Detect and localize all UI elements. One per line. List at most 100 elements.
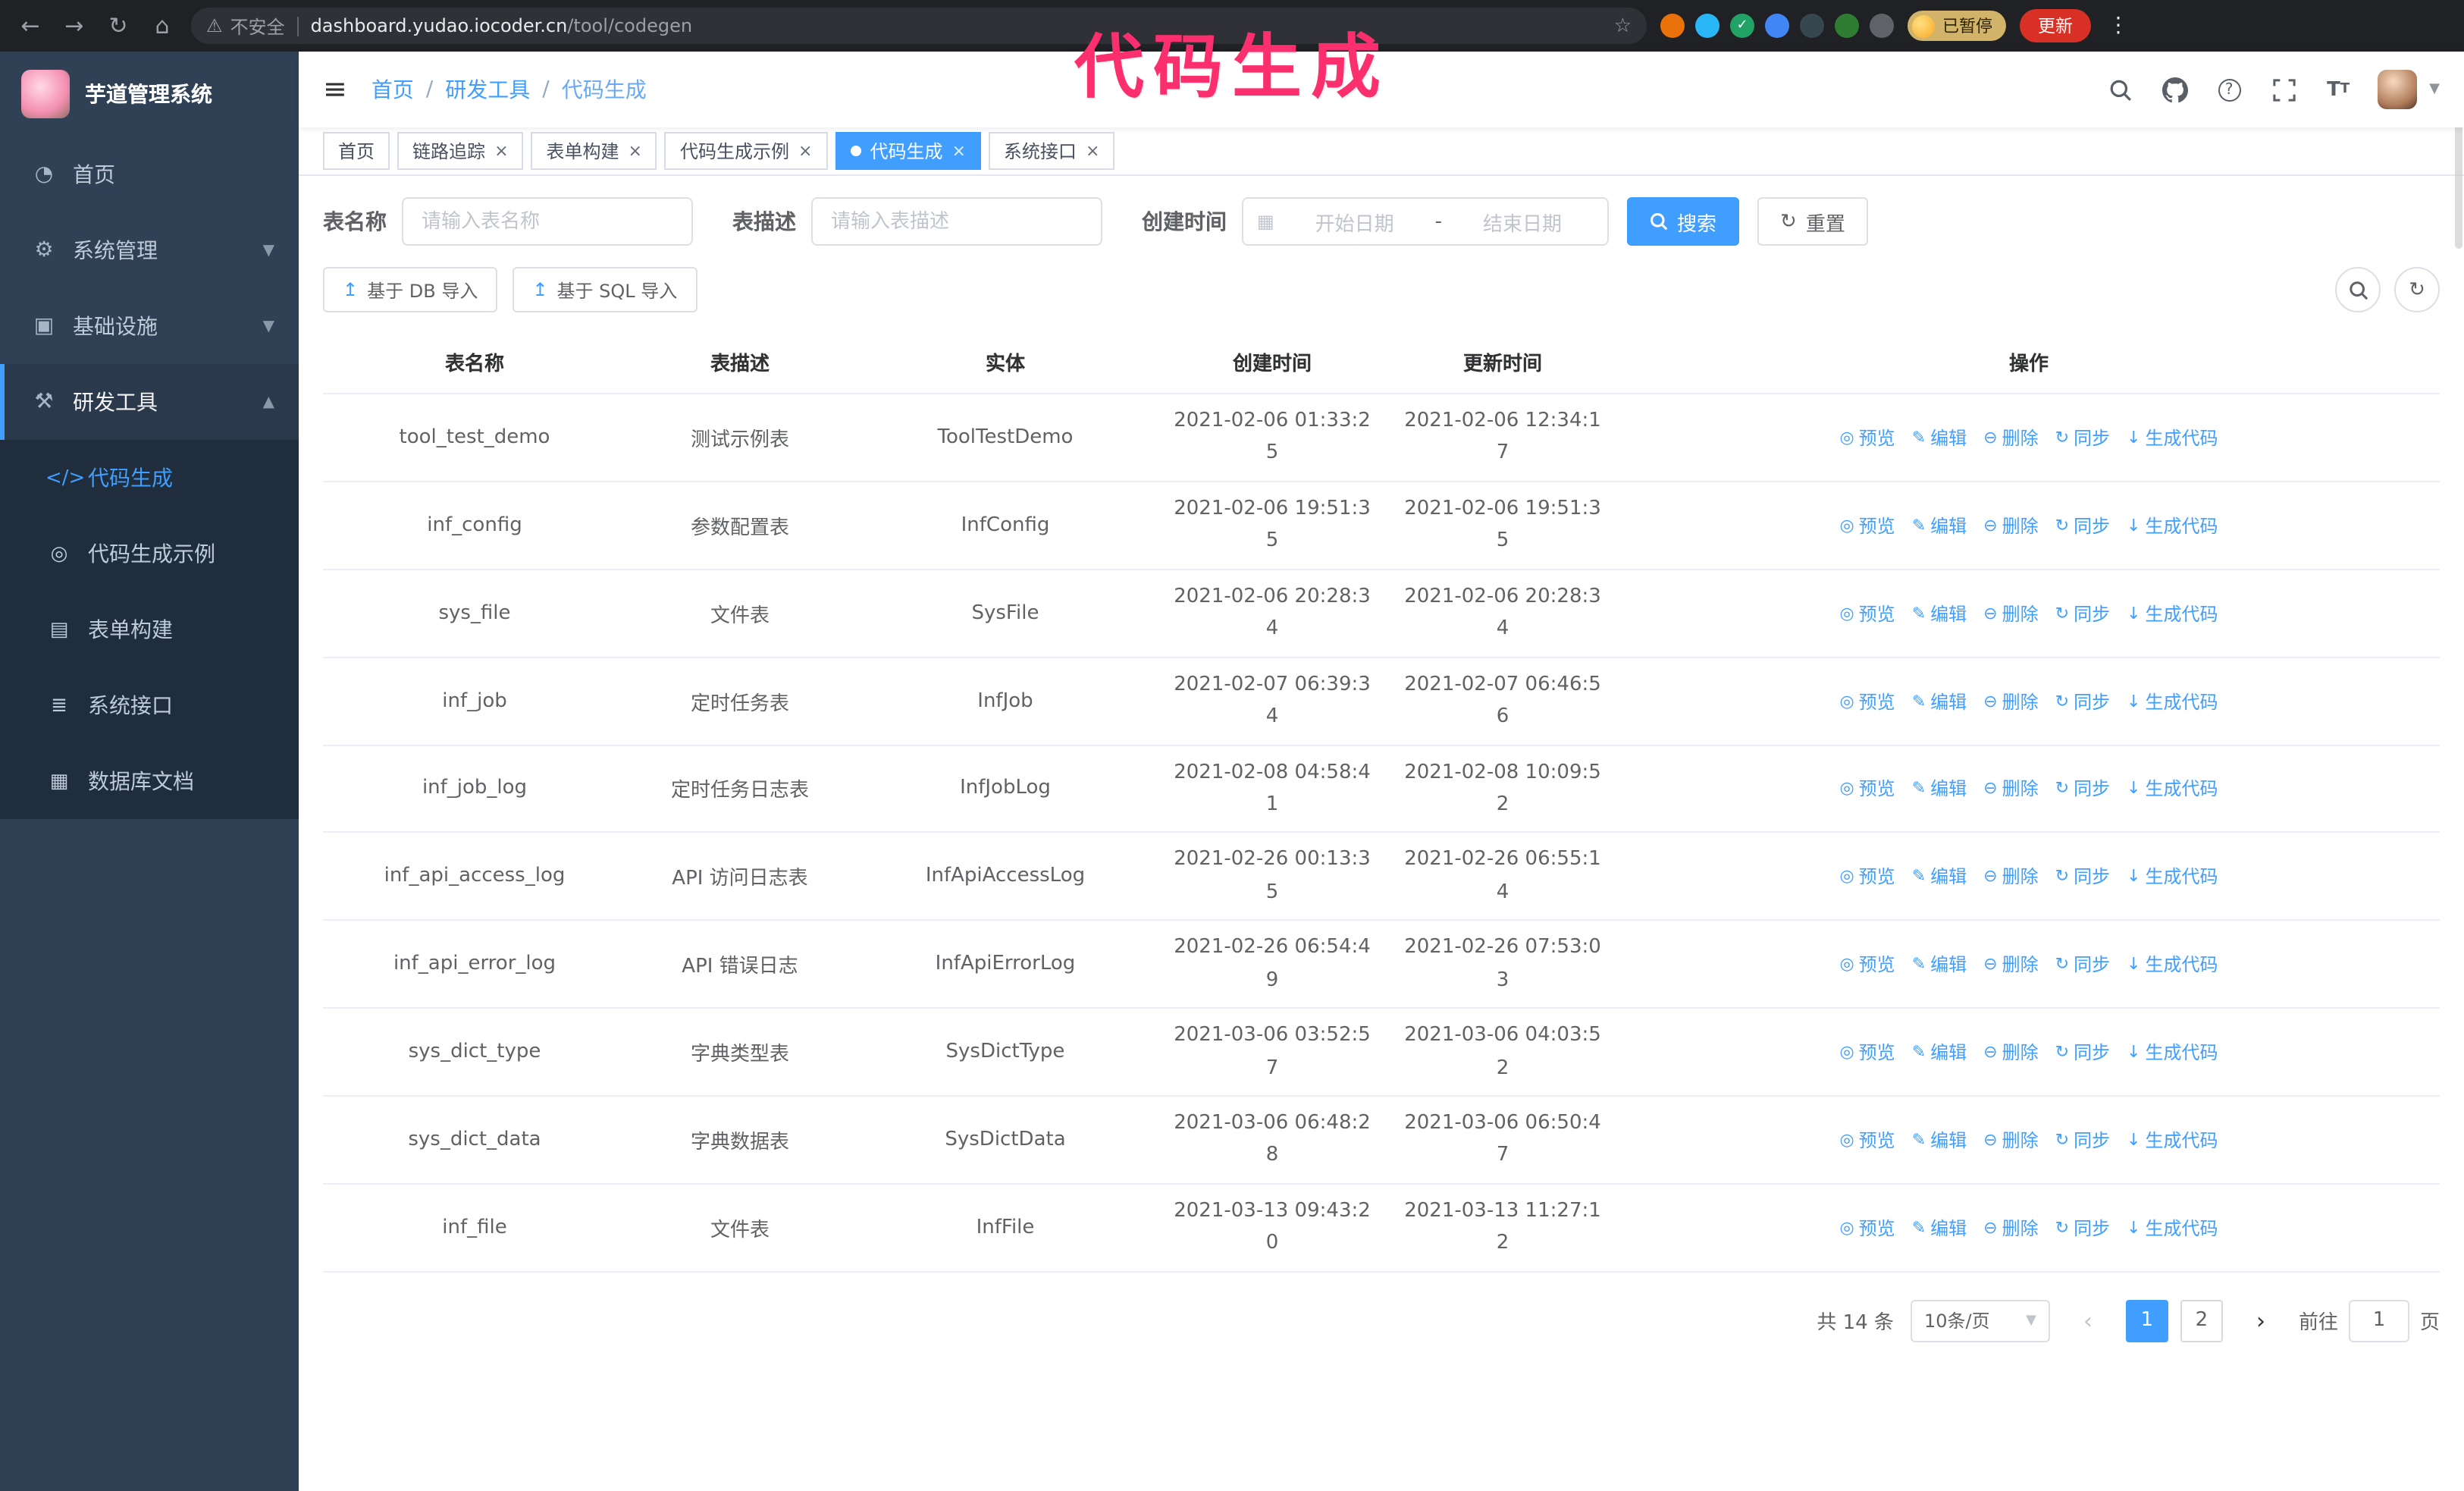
submenu-item-系统接口[interactable]: ≣ 系统接口 bbox=[0, 667, 299, 743]
row-action-同步[interactable]: ↻ 同步 bbox=[2055, 1215, 2110, 1241]
tab-链路追踪[interactable]: 链路追踪 × bbox=[397, 132, 524, 170]
avatar-caret-icon[interactable]: ▼ bbox=[2429, 82, 2440, 97]
font-size-icon[interactable]: TT bbox=[2323, 74, 2353, 105]
extension-dark[interactable] bbox=[1800, 14, 1824, 38]
tab-系统接口[interactable]: 系统接口 × bbox=[988, 132, 1115, 170]
fullscreen-icon[interactable] bbox=[2268, 74, 2299, 105]
next-page-button[interactable]: › bbox=[2240, 1300, 2282, 1342]
row-action-编辑[interactable]: ✎ 编辑 bbox=[1912, 688, 1967, 714]
create-time-range-picker[interactable]: ▦ 开始日期 - 结束日期 bbox=[1242, 197, 1609, 246]
sidebar-item-首页[interactable]: ◔ 首页 bbox=[0, 137, 299, 212]
row-action-同步[interactable]: ↻ 同步 bbox=[2055, 600, 2110, 626]
url-text[interactable]: dashboard.yudao.iocoder.cn/tool/codegen bbox=[311, 15, 1602, 36]
chrome-update-button[interactable]: 更新 bbox=[2020, 9, 2091, 42]
row-action-删除[interactable]: ⊖ 删除 bbox=[1983, 600, 2038, 626]
row-action-删除[interactable]: ⊖ 删除 bbox=[1983, 1127, 2038, 1153]
row-action-同步[interactable]: ↻ 同步 bbox=[2055, 776, 2110, 802]
row-action-生成代码[interactable]: ↓ 生成代码 bbox=[2127, 1127, 2218, 1153]
row-action-删除[interactable]: ⊖ 删除 bbox=[1983, 513, 2038, 538]
sidebar-item-研发工具[interactable]: ⚒ 研发工具 ▲ bbox=[0, 364, 299, 440]
row-action-生成代码[interactable]: ↓ 生成代码 bbox=[2127, 864, 2218, 890]
extension-people[interactable] bbox=[1765, 14, 1789, 38]
page-size-select[interactable]: 10条/页 ▼ bbox=[1910, 1299, 2050, 1342]
help-icon[interactable]: ? bbox=[2214, 74, 2244, 105]
row-action-编辑[interactable]: ✎ 编辑 bbox=[1912, 513, 1967, 538]
github-icon[interactable] bbox=[2159, 74, 2190, 105]
reset-button[interactable]: ↻ 重置 bbox=[1757, 197, 1868, 246]
close-icon[interactable]: × bbox=[798, 141, 812, 161]
row-action-生成代码[interactable]: ↓ 生成代码 bbox=[2127, 1039, 2218, 1065]
tab-表单构建[interactable]: 表单构建 × bbox=[531, 132, 657, 170]
row-action-删除[interactable]: ⊖ 删除 bbox=[1983, 776, 2038, 802]
extension-orange[interactable] bbox=[1660, 14, 1685, 38]
row-action-编辑[interactable]: ✎ 编辑 bbox=[1912, 1215, 1967, 1241]
row-action-编辑[interactable]: ✎ 编辑 bbox=[1912, 776, 1967, 802]
row-action-生成代码[interactable]: ↓ 生成代码 bbox=[2127, 951, 2218, 977]
goto-page-input[interactable] bbox=[2348, 1299, 2409, 1342]
row-action-同步[interactable]: ↻ 同步 bbox=[2055, 1127, 2110, 1153]
search-button[interactable]: 搜索 bbox=[1627, 197, 1740, 246]
row-action-同步[interactable]: ↻ 同步 bbox=[2055, 864, 2110, 890]
page-1[interactable]: 1 bbox=[2125, 1299, 2168, 1342]
back-icon[interactable]: ← bbox=[15, 12, 45, 39]
row-action-删除[interactable]: ⊖ 删除 bbox=[1983, 425, 2038, 450]
page-2[interactable]: 2 bbox=[2180, 1299, 2223, 1342]
submenu-item-表单构建[interactable]: ▤ 表单构建 bbox=[0, 592, 299, 667]
extension-blue-drop[interactable] bbox=[1695, 14, 1719, 38]
row-action-预览[interactable]: ◎ 预览 bbox=[1839, 1127, 1895, 1153]
row-action-预览[interactable]: ◎ 预览 bbox=[1839, 600, 1895, 626]
row-action-生成代码[interactable]: ↓ 生成代码 bbox=[2127, 600, 2218, 626]
collapse-sidebar-icon[interactable]: ≡ bbox=[323, 73, 347, 106]
row-action-编辑[interactable]: ✎ 编辑 bbox=[1912, 1039, 1967, 1065]
prev-page-button[interactable]: ‹ bbox=[2067, 1300, 2109, 1342]
row-action-编辑[interactable]: ✎ 编辑 bbox=[1912, 951, 1967, 977]
breadcrumb-home[interactable]: 首页 bbox=[371, 74, 414, 105]
extension-green-check[interactable]: ✓ bbox=[1730, 14, 1754, 38]
sidebar-item-系统管理[interactable]: ⚙ 系统管理 ▼ bbox=[0, 212, 299, 288]
row-action-同步[interactable]: ↻ 同步 bbox=[2055, 951, 2110, 977]
row-action-删除[interactable]: ⊖ 删除 bbox=[1983, 1215, 2038, 1241]
submenu-item-数据库文档[interactable]: ▦ 数据库文档 bbox=[0, 743, 299, 819]
profile-paused-badge[interactable]: 已暂停 bbox=[1908, 11, 2006, 41]
sidebar-item-基础设施[interactable]: ▣ 基础设施 ▼ bbox=[0, 288, 299, 364]
refresh-table-button[interactable]: ↻ bbox=[2394, 267, 2440, 312]
reload-icon[interactable]: ↻ bbox=[103, 12, 133, 39]
row-action-同步[interactable]: ↻ 同步 bbox=[2055, 513, 2110, 538]
row-action-预览[interactable]: ◎ 预览 bbox=[1839, 951, 1895, 977]
close-icon[interactable]: × bbox=[951, 141, 965, 161]
row-action-预览[interactable]: ◎ 预览 bbox=[1839, 688, 1895, 714]
tab-代码生成[interactable]: 代码生成 × bbox=[835, 132, 981, 170]
close-icon[interactable]: × bbox=[1086, 141, 1099, 161]
extension-leaf[interactable] bbox=[1835, 14, 1859, 38]
extension-puzzle[interactable] bbox=[1870, 14, 1894, 38]
row-action-同步[interactable]: ↻ 同步 bbox=[2055, 425, 2110, 450]
row-action-预览[interactable]: ◎ 预览 bbox=[1839, 1215, 1895, 1241]
row-action-预览[interactable]: ◎ 预览 bbox=[1839, 864, 1895, 890]
row-action-同步[interactable]: ↻ 同步 bbox=[2055, 1039, 2110, 1065]
breadcrumb-tools[interactable]: 研发工具 bbox=[445, 74, 530, 105]
security-warning[interactable]: ⚠ 不安全 bbox=[206, 13, 285, 39]
search-icon[interactable] bbox=[2105, 74, 2135, 105]
row-action-预览[interactable]: ◎ 预览 bbox=[1839, 425, 1895, 450]
row-action-同步[interactable]: ↻ 同步 bbox=[2055, 688, 2110, 714]
bookmark-star-icon[interactable]: ☆ bbox=[1614, 14, 1632, 37]
app-logo[interactable]: 芋道管理系统 bbox=[0, 52, 299, 137]
row-action-生成代码[interactable]: ↓ 生成代码 bbox=[2127, 513, 2218, 538]
address-bar[interactable]: ⚠ 不安全 dashboard.yudao.iocoder.cn/tool/co… bbox=[191, 8, 1647, 44]
row-action-编辑[interactable]: ✎ 编辑 bbox=[1912, 600, 1967, 626]
row-action-预览[interactable]: ◎ 预览 bbox=[1839, 513, 1895, 538]
row-action-编辑[interactable]: ✎ 编辑 bbox=[1912, 425, 1967, 450]
row-action-生成代码[interactable]: ↓ 生成代码 bbox=[2127, 425, 2218, 450]
submenu-item-代码生成[interactable]: </> 代码生成 bbox=[0, 440, 299, 516]
home-icon[interactable]: ⌂ bbox=[147, 12, 177, 39]
submenu-item-代码生成示例[interactable]: ◎ 代码生成示例 bbox=[0, 516, 299, 592]
import-sql-button[interactable]: ↥ 基于 SQL 导入 bbox=[513, 267, 698, 312]
row-action-生成代码[interactable]: ↓ 生成代码 bbox=[2127, 688, 2218, 714]
row-action-编辑[interactable]: ✎ 编辑 bbox=[1912, 1127, 1967, 1153]
close-icon[interactable]: × bbox=[494, 141, 508, 161]
tab-代码生成示例[interactable]: 代码生成示例 × bbox=[664, 132, 828, 170]
forward-icon[interactable]: → bbox=[59, 12, 89, 39]
toggle-search-button[interactable] bbox=[2335, 267, 2381, 312]
row-action-生成代码[interactable]: ↓ 生成代码 bbox=[2127, 1215, 2218, 1241]
row-action-预览[interactable]: ◎ 预览 bbox=[1839, 776, 1895, 802]
